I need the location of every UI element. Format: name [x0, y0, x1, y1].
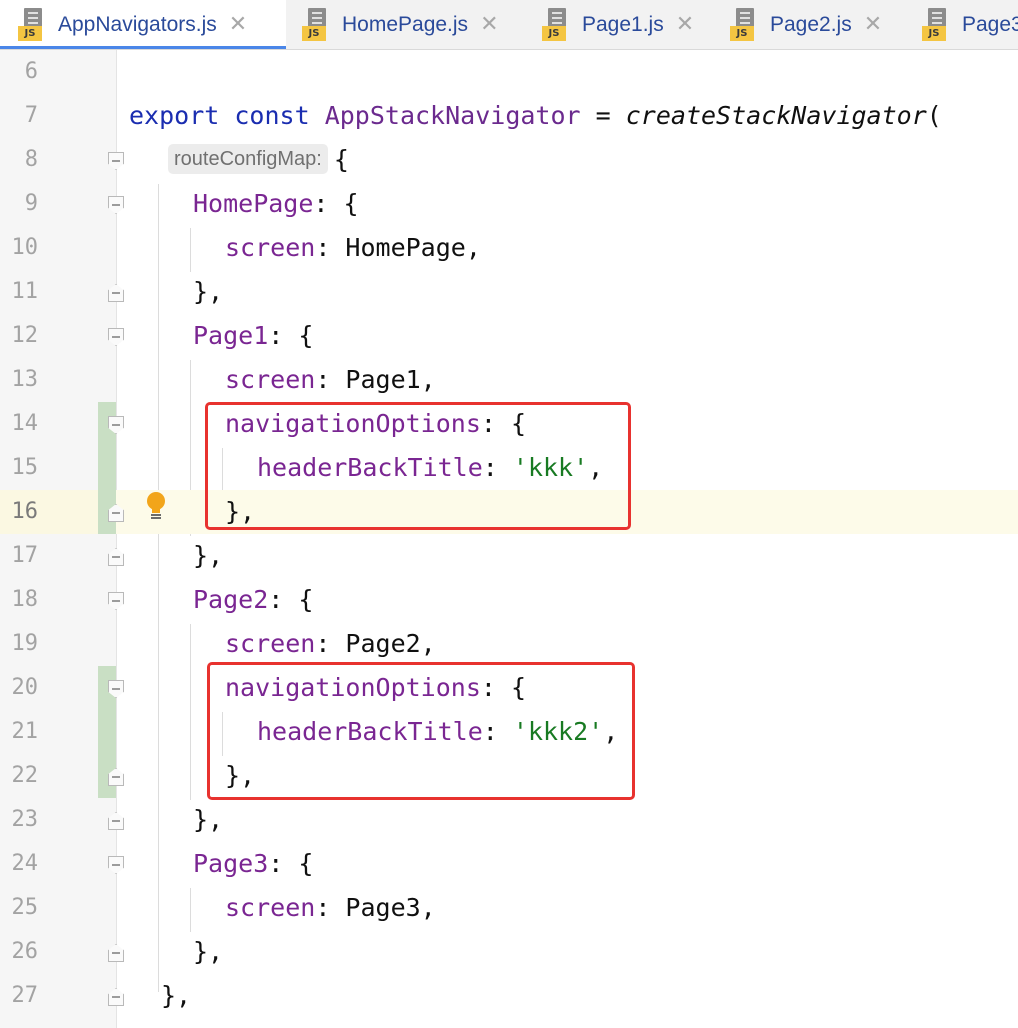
fold-close-icon[interactable]	[108, 284, 124, 302]
line-number: 6	[24, 59, 38, 84]
fold-close-icon[interactable]	[108, 812, 124, 830]
js-file-icon: JS	[922, 8, 952, 42]
js-file-icon: JS	[542, 8, 572, 42]
fold-open-icon[interactable]	[108, 152, 124, 170]
code-text: export const AppStackNavigator = createS…	[129, 101, 942, 130]
fold-open-icon[interactable]	[108, 196, 124, 214]
line-number: 24	[11, 851, 39, 876]
code-text: Page1: {	[193, 321, 314, 350]
highlight-box	[205, 402, 631, 530]
js-file-icon: JS	[18, 8, 48, 42]
code-line[interactable]: 23 },	[0, 798, 1018, 842]
code-text: Page3: {	[193, 849, 314, 878]
code-line[interactable]: 17 },	[0, 534, 1018, 578]
close-icon[interactable]: ✕	[480, 14, 498, 36]
highlight-box	[207, 662, 635, 800]
code-text: screen: Page1,	[225, 365, 436, 394]
line-number: 20	[11, 675, 39, 700]
tab-page1[interactable]: JS Page1.js ✕	[526, 0, 716, 49]
tab-label: HomePage.js	[342, 13, 469, 36]
code-line[interactable]: 26 },	[0, 930, 1018, 974]
code-text: },	[193, 277, 224, 306]
close-icon[interactable]: ✕	[229, 14, 247, 36]
line-number: 18	[11, 587, 39, 612]
code-line[interactable]: 7 export const AppStackNavigator = creat…	[0, 94, 1018, 138]
line-number: 8	[24, 147, 38, 172]
lightbulb-icon[interactable]	[145, 491, 167, 521]
line-number: 23	[11, 807, 39, 832]
code-line[interactable]: 6	[0, 50, 1018, 94]
line-number: 10	[11, 235, 39, 260]
tab-page3[interactable]: JS Page3	[906, 0, 1018, 49]
line-number: 27	[11, 983, 39, 1008]
fold-close-icon[interactable]	[108, 944, 124, 962]
code-text: screen: Page3,	[225, 893, 436, 922]
code-line[interactable]: 9 HomePage: {	[0, 182, 1018, 226]
fold-open-icon[interactable]	[108, 328, 124, 346]
fold-open-icon[interactable]	[108, 592, 124, 610]
line-number: 17	[11, 543, 39, 568]
tab-label: Page2.js	[770, 13, 852, 36]
vcs-change-marker[interactable]	[98, 446, 116, 490]
code-text: screen: HomePage,	[225, 233, 481, 262]
code-text: routeConfigMap:{	[168, 138, 349, 182]
tab-label: Page1.js	[582, 13, 664, 36]
tab-label: Page3	[962, 13, 1018, 36]
vcs-change-marker[interactable]	[98, 710, 116, 754]
code-text: Page2: {	[193, 585, 314, 614]
code-text: screen: Page2,	[225, 629, 436, 658]
code-line[interactable]: 25 screen: Page3,	[0, 886, 1018, 930]
code-text: },	[193, 937, 224, 966]
line-number: 26	[11, 939, 39, 964]
code-line[interactable]: 10 screen: HomePage,	[0, 226, 1018, 270]
code-line[interactable]: 12 Page1: {	[0, 314, 1018, 358]
code-text: },	[161, 981, 192, 1010]
line-number: 15	[11, 455, 39, 480]
code-text: HomePage: {	[193, 189, 359, 218]
tab-page2[interactable]: JS Page2.js ✕	[716, 0, 906, 49]
code-line[interactable]: 13 screen: Page1,	[0, 358, 1018, 402]
fold-close-icon[interactable]	[108, 548, 124, 566]
fold-open-icon[interactable]	[108, 856, 124, 874]
line-number: 19	[11, 631, 39, 656]
code-line[interactable]: 11 },	[0, 270, 1018, 314]
fold-close-icon[interactable]	[108, 988, 124, 1006]
line-number: 14	[11, 411, 39, 436]
code-line[interactable]: 24 Page3: {	[0, 842, 1018, 886]
line-number: 21	[11, 719, 39, 744]
line-number: 25	[11, 895, 39, 920]
code-text: },	[193, 805, 224, 834]
line-number: 22	[11, 763, 39, 788]
line-number: 16	[11, 499, 39, 524]
code-line[interactable]: 27 },	[0, 974, 1018, 1018]
js-file-icon: JS	[730, 8, 760, 42]
tab-label: AppNavigators.js	[58, 13, 217, 36]
tab-appnavigators[interactable]: JS AppNavigators.js ✕	[0, 0, 286, 49]
line-number: 11	[11, 279, 39, 304]
tab-homepage[interactable]: JS HomePage.js ✕	[286, 0, 526, 49]
editor-tab-bar: JS AppNavigators.js ✕ JS HomePage.js ✕ J…	[0, 0, 1018, 50]
parameter-hint: routeConfigMap:	[168, 144, 328, 174]
line-number: 13	[11, 367, 39, 392]
line-number: 12	[11, 323, 39, 348]
line-number: 9	[24, 191, 38, 216]
code-line[interactable]: 18 Page2: {	[0, 578, 1018, 622]
close-icon[interactable]: ✕	[864, 14, 882, 36]
js-file-icon: JS	[302, 8, 332, 42]
code-line[interactable]: 19 screen: Page2,	[0, 622, 1018, 666]
code-line[interactable]: 8 routeConfigMap:{	[0, 138, 1018, 182]
line-number: 7	[24, 103, 38, 128]
close-icon[interactable]: ✕	[676, 14, 694, 36]
code-text: },	[193, 541, 224, 570]
